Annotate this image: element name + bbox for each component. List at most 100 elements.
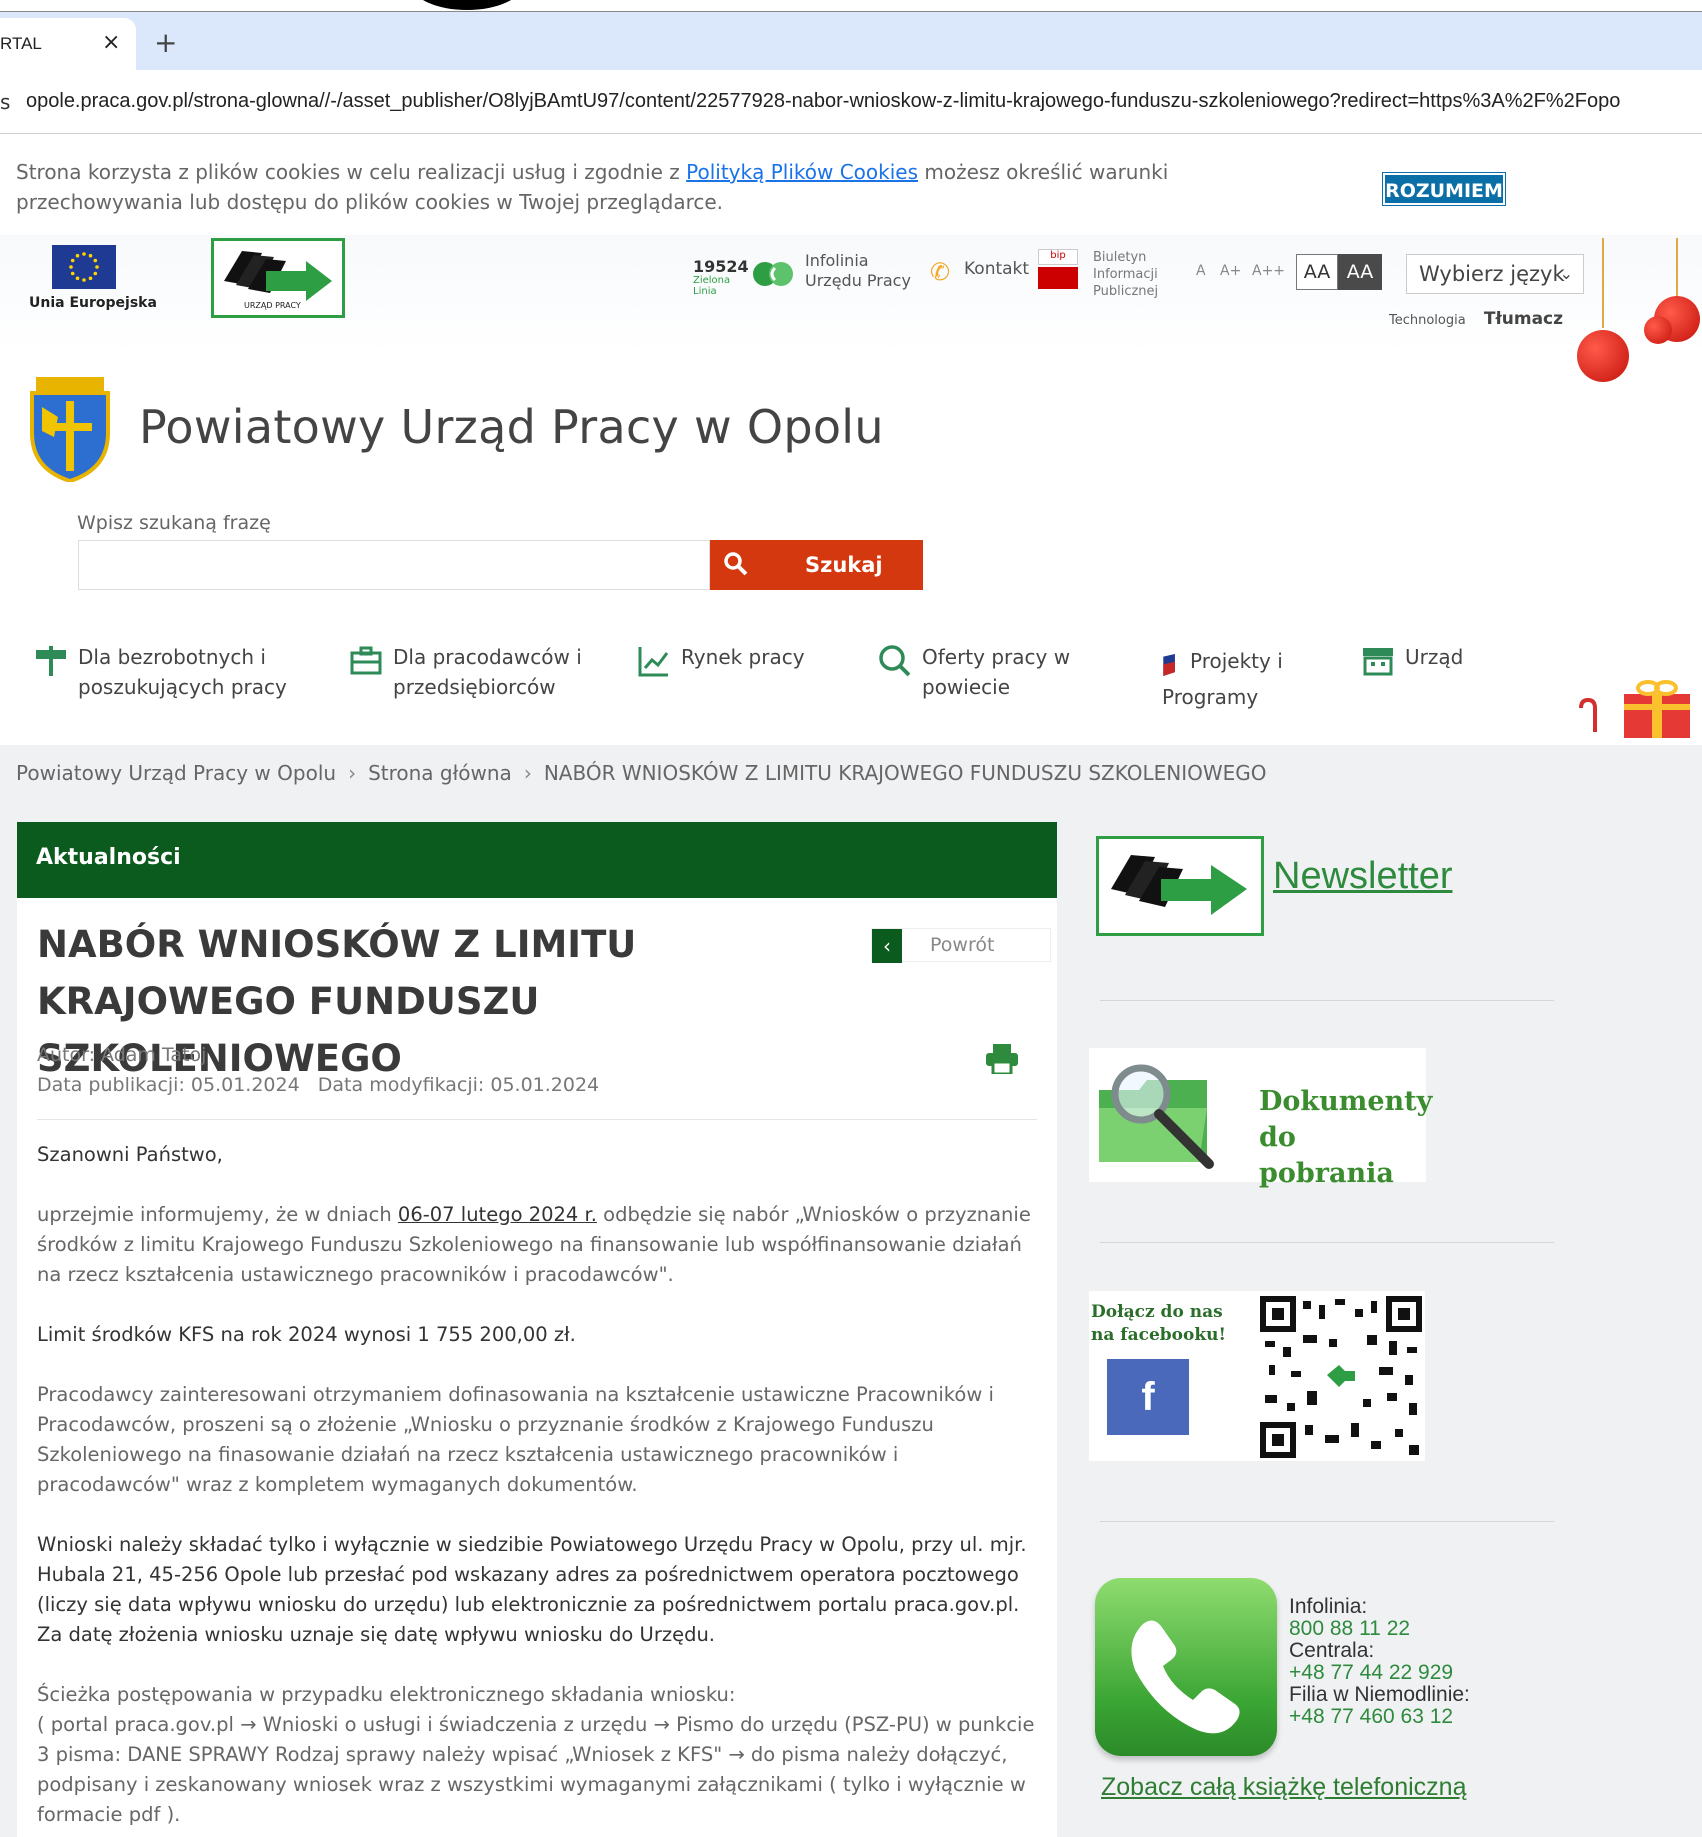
p1-before: uprzejmie informujemy, że w dniach <box>37 1203 398 1226</box>
briefcase-icon <box>350 646 382 675</box>
bip-logo-text: bip <box>1038 249 1078 265</box>
magnifier-icon <box>879 645 911 677</box>
facebook-banner[interactable]: Dołącz do nas na facebooku! f <box>1089 1291 1425 1461</box>
nav-label-line2: powiecie <box>922 675 1011 699</box>
language-select[interactable]: Wybierz język ⌄ <box>1406 254 1584 294</box>
documents-download-banner[interactable]: Dokumenty do pobrania <box>1089 1048 1432 1189</box>
back-button[interactable]: ‹ Powrót <box>871 928 1051 963</box>
phone-green-icon <box>753 262 793 286</box>
font-size-medium[interactable]: A+ <box>1220 263 1241 279</box>
section-header: Aktualności <box>17 822 1057 898</box>
breadcrumb: Powiatowy Urząd Pracy w Opolu › Strona głó… <box>16 761 1279 785</box>
newsletter-logo[interactable] <box>1096 836 1264 936</box>
contact-value[interactable]: 800 88 11 22 <box>1289 1618 1470 1640</box>
article-dates: Data publikacji: 05.01.2024 Data modyfik… <box>37 1074 600 1096</box>
phone-icon: ✆ <box>930 258 951 286</box>
article-paragraph-3: Pracodawcy zainteresowani otrzymaniem do… <box>37 1383 994 1496</box>
nav-item-job-offers[interactable]: Oferty pracy w powiecie <box>878 642 1070 702</box>
breadcrumb-separator: › <box>523 761 532 785</box>
eu-flag-icon[interactable] <box>52 245 116 289</box>
facebook-label-line2: na facebooku! <box>1091 1325 1226 1345</box>
nav-item-unemployed[interactable]: Dla bezrobotnych i poszukujących pracy <box>34 642 287 702</box>
nav-item-projects[interactable]: Projekty i Programy <box>1162 646 1283 712</box>
biuletyn-link[interactable]: Biuletyn Informacji Publicznej <box>1093 249 1183 300</box>
tab-title: RTAL <box>0 34 42 53</box>
contact-value[interactable]: +48 77 460 63 12 <box>1289 1706 1470 1728</box>
search-button[interactable]: Szukaj <box>710 540 923 590</box>
tab-close-icon[interactable]: × <box>102 30 120 55</box>
contrast-normal-button[interactable]: AA <box>1296 254 1338 290</box>
cookie-banner: Strona korzysta z plików cookies w celu … <box>0 135 1702 235</box>
phonebook-link[interactable]: Zobacz całą książkę telefoniczną <box>1101 1773 1466 1802</box>
site-title[interactable]: Powiatowy Urząd Pracy w Opolu <box>139 400 884 454</box>
address-bar[interactable]: s opole.praca.gov.pl/strona-glowna//-/as… <box>0 70 1702 134</box>
contact-label: Infolinia: <box>1289 1595 1368 1618</box>
translate-label: Tłumacz <box>1483 309 1564 329</box>
nav-label-line1: Oferty pracy w <box>922 645 1071 669</box>
folder-magnifier-icon <box>1099 1064 1214 1169</box>
breadcrumb-item-home[interactable]: Powiatowy Urząd Pracy w Opolu <box>16 761 336 785</box>
coat-of-arms-icon[interactable] <box>28 377 112 482</box>
urzad-pracy-logo[interactable]: URZĄD PRACY <box>211 238 345 318</box>
nav-item-labor-market[interactable]: Rynek pracy <box>637 642 805 677</box>
contrast-high-button[interactable]: AA <box>1338 254 1382 290</box>
nav-label-line1: Rynek pracy <box>681 645 805 669</box>
gift-icon <box>1624 680 1690 738</box>
chart-line-icon <box>638 647 669 677</box>
nav-label-line2: przedsiębiorców <box>393 675 556 699</box>
christmas-ornament-icon <box>1577 330 1629 382</box>
candy-cane-icon <box>1579 698 1597 732</box>
article-greeting: Szanowni Państwo, <box>37 1143 223 1166</box>
search-button-label: Szukaj <box>805 553 883 577</box>
bip-flag-icon <box>1038 267 1078 289</box>
signpost-icon <box>36 646 66 676</box>
site-info-icon[interactable]: s <box>0 90 10 114</box>
up-logo-label: URZĄD PRACY <box>244 301 301 310</box>
facebook-label: Dołącz do nas na facebooku! <box>1091 1301 1226 1347</box>
phone-contact-icon[interactable] <box>1095 1578 1277 1756</box>
nav-label-line1: Dla pracodawców i <box>393 645 582 669</box>
flag-icon <box>1163 654 1175 676</box>
contact-label: Centrala: <box>1289 1639 1375 1662</box>
font-size-small[interactable]: A <box>1196 263 1206 279</box>
newsletter-link[interactable]: Newsletter <box>1273 855 1453 898</box>
contact-list: Infolinia: 800 88 11 22 Centrala: +48 77… <box>1289 1596 1470 1728</box>
sidebar-divider <box>1100 1000 1554 1001</box>
eu-label: Unia Europejska <box>29 295 157 311</box>
contact-value[interactable]: +48 77 44 22 929 <box>1289 1662 1470 1684</box>
breadcrumb-item-current: NABÓR WNIOSKÓW Z LIMITU KRAJOWEGO FUNDUS… <box>543 761 1267 785</box>
cookie-text-before: Strona korzysta z plików cookies w celu … <box>16 160 687 184</box>
decorative-blob <box>412 0 522 10</box>
nav-item-office[interactable]: Urząd <box>1361 642 1464 676</box>
infolinia-sub: Zielona Linia <box>693 275 731 297</box>
cookie-policy-link[interactable]: Polityką Plików Cookies <box>686 160 918 184</box>
building-icon <box>1363 648 1393 676</box>
nav-label-line1: Projekty i <box>1190 649 1283 673</box>
nav-label-line1: Urząd <box>1405 645 1464 669</box>
back-button-label: Powrót <box>930 934 995 956</box>
search-label: Wpisz szukaną frazę <box>77 512 271 534</box>
nav-label-line2: poszukujących pracy <box>78 675 287 699</box>
chevron-left-icon: ‹ <box>872 929 902 963</box>
article-author: Autor: Adam Tatoj <box>37 1044 207 1066</box>
browser-tab[interactable]: RTAL × <box>0 18 136 70</box>
nav-label-line1: Dla bezrobotnych i <box>78 645 266 669</box>
url-text[interactable]: opole.praca.gov.pl/strona-glowna//-/asse… <box>26 90 1620 113</box>
print-icon[interactable] <box>985 1044 1019 1074</box>
article-paragraph-2: Limit środków KFS na rok 2024 wynosi 1 7… <box>37 1323 576 1346</box>
cookie-accept-button[interactable]: ROZUMIEM <box>1382 172 1506 206</box>
sidebar-divider <box>1100 1521 1554 1522</box>
nav-item-employers[interactable]: Dla pracodawców i przedsiębiorców <box>349 642 582 702</box>
google-translate-attribution[interactable]: Technologia Tłumacz <box>1389 309 1563 329</box>
sidebar-divider <box>1100 1242 1554 1243</box>
documents-label-line1: Dokumenty <box>1259 1086 1433 1117</box>
font-size-large[interactable]: A++ <box>1252 263 1285 279</box>
header-utility-bar: Unia Europejska URZĄD PRACY 19524 Zielon… <box>0 235 1702 355</box>
infolinia-number: 19524 <box>693 257 749 276</box>
new-tab-button[interactable]: + <box>154 26 177 59</box>
search-input[interactable] <box>78 540 710 590</box>
breadcrumb-item-main[interactable]: Strona główna <box>368 761 512 785</box>
bip-logo[interactable]: bip <box>1038 249 1080 289</box>
chevron-down-icon: ⌄ <box>1559 264 1573 283</box>
search-icon <box>724 552 748 576</box>
